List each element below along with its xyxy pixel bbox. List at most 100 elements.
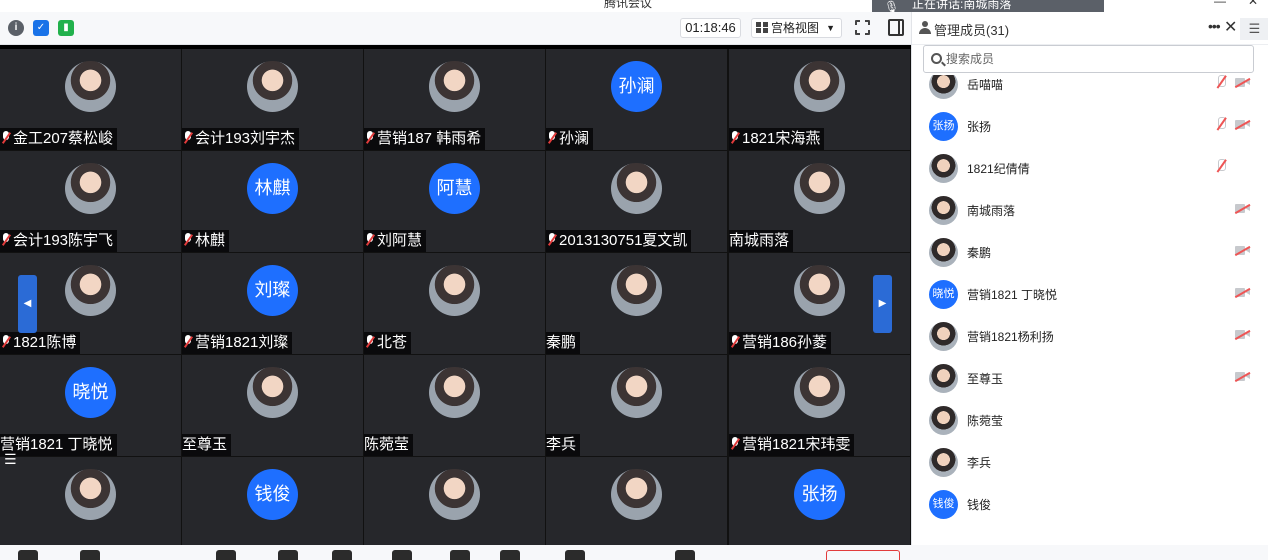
video-tile[interactable]: 会计193陈宇飞 bbox=[0, 151, 181, 252]
camera-button[interactable] bbox=[80, 550, 100, 560]
members-button[interactable] bbox=[332, 550, 352, 560]
minimize-icon[interactable]: — bbox=[1214, 0, 1226, 8]
member-row[interactable]: 南城雨落 bbox=[912, 189, 1268, 231]
camera-off-icon[interactable] bbox=[1234, 287, 1251, 298]
member-row[interactable]: 至尊玉 bbox=[912, 357, 1268, 399]
participant-name: 北苍 bbox=[377, 334, 408, 351]
video-tile[interactable]: 2013130751夏文凯 bbox=[546, 151, 727, 252]
view-mode-select[interactable]: 宫格视图 ▼ bbox=[751, 18, 842, 38]
list-icon[interactable]: ☰ bbox=[4, 451, 34, 471]
member-row[interactable]: 李兵 bbox=[912, 441, 1268, 483]
participant-name-label: 北苍 bbox=[364, 332, 412, 354]
avatar: 刘璨 bbox=[247, 265, 298, 316]
avatar bbox=[247, 367, 298, 418]
prev-page-arrow[interactable]: ◀ bbox=[18, 275, 37, 333]
camera-off-icon[interactable] bbox=[1234, 203, 1251, 214]
participant-name: 1821宋海燕 bbox=[742, 130, 821, 147]
member-row[interactable]: 晓悦 营销1821 丁晓悦 bbox=[912, 273, 1268, 315]
member-avatar bbox=[929, 364, 958, 393]
participant-name-label: 1821宋海燕 bbox=[729, 128, 825, 150]
close-window-icon[interactable]: ✕ bbox=[1248, 0, 1258, 8]
video-tile[interactable]: 至尊玉 bbox=[182, 355, 363, 456]
video-tile[interactable]: 营销187 韩雨希 bbox=[364, 49, 545, 150]
video-tile[interactable]: 林麒 林麒 bbox=[182, 151, 363, 252]
mic-button[interactable] bbox=[18, 550, 38, 560]
chat-button[interactable] bbox=[450, 550, 470, 560]
signal-icon[interactable]: ▮ bbox=[58, 20, 74, 36]
participant-name-label: 营销1821宋玮雯 bbox=[729, 434, 855, 456]
avatar bbox=[65, 265, 116, 316]
participant-name-label: 营销186孙菱 bbox=[729, 332, 832, 354]
video-tile[interactable]: 1821宋海燕 bbox=[729, 49, 910, 150]
video-tile[interactable] bbox=[364, 457, 545, 545]
person-icon bbox=[919, 21, 931, 34]
member-row[interactable]: 陈菀莹 bbox=[912, 399, 1268, 441]
video-tile[interactable]: 钱俊 bbox=[182, 457, 363, 545]
avatar bbox=[794, 367, 845, 418]
avatar bbox=[794, 61, 845, 112]
video-tile[interactable]: 陈菀莹 bbox=[364, 355, 545, 456]
video-tile[interactable]: 刘璨 营销1821刘璨 bbox=[182, 253, 363, 354]
mic-off-icon[interactable] bbox=[1215, 75, 1227, 90]
security-button[interactable] bbox=[278, 550, 298, 560]
member-row[interactable]: 钱俊 钱俊 bbox=[912, 483, 1268, 525]
share-screen-button[interactable] bbox=[216, 550, 236, 560]
video-tile[interactable]: 南城雨落 bbox=[729, 151, 910, 252]
apps-button[interactable] bbox=[565, 550, 585, 560]
mic-off-icon[interactable] bbox=[1215, 159, 1227, 174]
shield-icon[interactable]: ✓ bbox=[33, 20, 49, 36]
video-tile[interactable]: 营销1821宋玮雯 bbox=[729, 355, 910, 456]
participant-name-label: 刘阿慧 bbox=[364, 230, 427, 252]
video-tile[interactable]: 金工207蔡松峻 bbox=[0, 49, 181, 150]
member-row[interactable]: 张扬 张扬 bbox=[912, 105, 1268, 147]
video-tile[interactable]: 张扬 bbox=[729, 457, 910, 545]
video-tile[interactable]: 李兵 bbox=[546, 355, 727, 456]
fullscreen-icon[interactable] bbox=[854, 19, 871, 36]
panel-toggle-icon[interactable] bbox=[888, 19, 904, 36]
video-tile[interactable] bbox=[546, 457, 727, 545]
video-tile[interactable]: 会计193刘宇杰 bbox=[182, 49, 363, 150]
member-row[interactable]: 岳喵喵 bbox=[912, 75, 1268, 105]
camera-off-icon[interactable] bbox=[1234, 245, 1251, 256]
participant-name: 金工207蔡松峻 bbox=[13, 130, 114, 147]
search-input[interactable] bbox=[946, 49, 1246, 69]
record-button[interactable] bbox=[500, 550, 520, 560]
mic-muted-icon bbox=[182, 335, 194, 349]
close-icon[interactable]: ✕ bbox=[1224, 17, 1237, 37]
participant-name: 至尊玉 bbox=[182, 436, 228, 453]
search-box[interactable] bbox=[923, 45, 1254, 73]
end-meeting-button[interactable] bbox=[826, 550, 900, 560]
next-page-arrow[interactable]: ▶ bbox=[873, 275, 892, 333]
camera-off-icon[interactable] bbox=[1234, 77, 1251, 88]
video-tile[interactable]: 秦鹏 bbox=[546, 253, 727, 354]
camera-off-icon[interactable] bbox=[1234, 119, 1251, 130]
member-name: 至尊玉 bbox=[967, 372, 1004, 386]
video-tile[interactable]: 晓悦 营销1821 丁晓悦 bbox=[0, 355, 181, 456]
menu-icon[interactable]: ☰ bbox=[1240, 18, 1268, 40]
video-tile[interactable]: 北苍 bbox=[364, 253, 545, 354]
member-row[interactable]: 1821纪倩倩 bbox=[912, 147, 1268, 189]
member-panel: 管理成员(31) ••• ✕ ☰ 岳喵喵张扬张扬 1821纪倩倩南城雨落秦鹏晓悦营… bbox=[911, 12, 1268, 545]
more-icon[interactable]: ••• bbox=[1208, 18, 1221, 34]
window-title: 腾讯会议 bbox=[604, 0, 653, 10]
camera-off-icon[interactable] bbox=[1234, 371, 1251, 382]
settings-button[interactable] bbox=[675, 550, 695, 560]
video-tile[interactable]: 孙澜 孙澜 bbox=[546, 49, 727, 150]
member-avatar bbox=[929, 322, 958, 351]
member-list: 岳喵喵张扬 张扬 1821纪倩倩 南城雨落 秦鹏 晓悦 营销1821 丁晓悦 营销1821杨利… bbox=[912, 75, 1268, 545]
member-avatar bbox=[929, 406, 958, 435]
video-tile[interactable]: 阿慧 刘阿慧 bbox=[364, 151, 545, 252]
mic-off-icon[interactable] bbox=[1215, 117, 1227, 132]
participant-name-label: 2013130751夏文凯 bbox=[546, 230, 692, 252]
participant-name-label: 营销187 韩雨希 bbox=[364, 128, 486, 150]
invite-button[interactable] bbox=[392, 550, 412, 560]
avatar bbox=[429, 265, 480, 316]
mic-muted-icon bbox=[729, 437, 741, 451]
slash-mark bbox=[1234, 203, 1251, 214]
member-row[interactable]: 营销1821杨利扬 bbox=[912, 315, 1268, 357]
info-icon[interactable]: i bbox=[8, 20, 24, 36]
member-name: 岳喵喵 bbox=[967, 78, 1004, 92]
avatar bbox=[611, 163, 662, 214]
member-row[interactable]: 秦鹏 bbox=[912, 231, 1268, 273]
camera-off-icon[interactable] bbox=[1234, 329, 1251, 340]
